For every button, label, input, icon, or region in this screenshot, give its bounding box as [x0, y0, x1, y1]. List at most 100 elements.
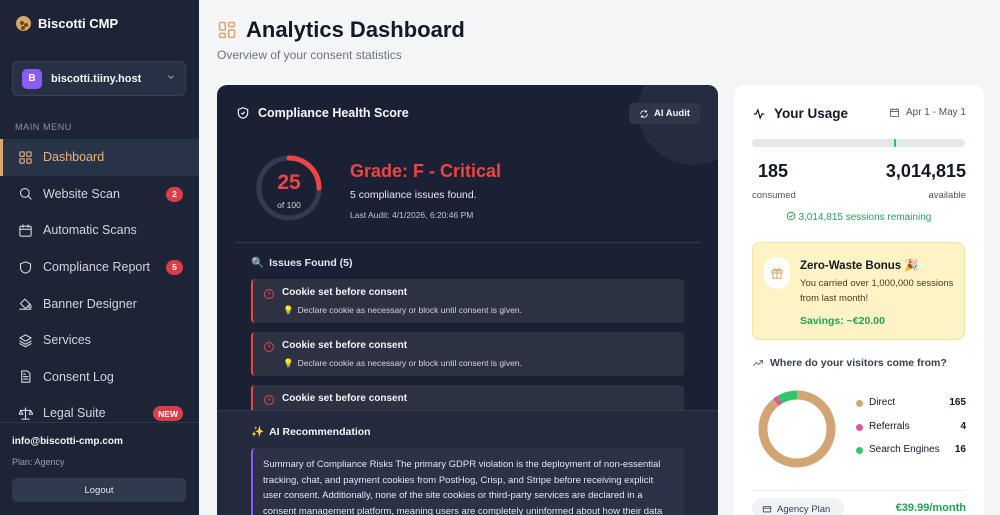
plan-price: €39.99/month [895, 502, 966, 514]
issue-hint: 💡 Declare cookie as necessary or block un… [283, 358, 522, 369]
sidebar-item-dashboard[interactable]: Dashboard [0, 139, 199, 176]
user-plan: Plan: Agency [12, 457, 65, 467]
compliance-health-card: Compliance Health Score AI Audit 25 of 1… [217, 85, 718, 515]
usage-progress-fill [894, 139, 896, 147]
sidebar-item-label: Website Scan [43, 186, 120, 201]
date-range-text: Apr 1 - May 1 [905, 107, 966, 118]
last-audit-timestamp: Last Audit: 4/1/2026, 6:20:46 PM [350, 210, 474, 220]
legend-item: Referrals 4 [856, 421, 966, 435]
sidebar-item-consent-log[interactable]: Consent Log [0, 359, 199, 396]
divider [236, 242, 700, 243]
sidebar-item-label: Legal Suite [43, 406, 106, 421]
cookie-logo-icon [16, 16, 31, 31]
scale-icon [17, 405, 33, 421]
legend-value: 165 [949, 397, 966, 408]
plan-badge[interactable]: Agency Plan [752, 498, 844, 515]
issue-title: Cookie set before consent [282, 393, 408, 404]
file-text-icon [17, 369, 33, 385]
consumed-value: 185 [758, 161, 789, 181]
sidebar-item-label: Services [43, 333, 91, 348]
count-badge: 2 [166, 186, 183, 202]
lightbulb-icon: 💡 [283, 358, 294, 368]
main-menu-label: MAIN MENU [15, 122, 72, 132]
issue-title: Cookie set before consent [282, 340, 408, 351]
issue-item[interactable]: Cookie set before consent 💡 Declare cooki… [251, 279, 684, 323]
site-selector[interactable]: B biscotti.tiiny.host [12, 61, 186, 96]
refresh-icon [640, 109, 648, 118]
grid-icon [17, 149, 33, 165]
main-nav: Dashboard Website Scan 2 Automatic Scans… [0, 139, 199, 432]
calendar-icon [17, 222, 33, 238]
issue-hint-text: Declare cookie as necessary or block unt… [297, 358, 523, 368]
sidebar-item-services[interactable]: Services [0, 322, 199, 359]
date-range[interactable]: Apr 1 - May 1 [889, 107, 966, 118]
sessions-remaining-text: 3,014,815 sessions remaining [798, 212, 932, 223]
bonus-title: Zero-Waste Bonus 🎉 [800, 260, 919, 272]
bonus-savings: Savings: ~€20.00 [800, 315, 885, 327]
available-value: 3,014,815 [885, 161, 966, 181]
visitor-sources-text: Where do your visitors come from? [770, 357, 947, 369]
sidebar-footer: info@biscotti-cmp.com Plan: Agency Logou… [0, 422, 199, 515]
legend-name: Search Engines [869, 444, 940, 455]
magnifier-icon: 🔍 [251, 257, 265, 269]
traffic-sources-donut [758, 390, 836, 468]
activity-icon [753, 107, 765, 120]
bonus-text: You carried over 1,000,000 sessions from… [800, 278, 954, 304]
divider [752, 490, 965, 491]
visitor-sources-title: Where do your visitors come from? [752, 357, 947, 369]
health-card-title: Compliance Health Score [236, 106, 409, 120]
site-avatar: B [22, 68, 42, 89]
issue-title: Cookie set before consent [282, 287, 408, 298]
legend-name: Referrals [869, 421, 910, 432]
available-label: available [928, 190, 967, 201]
usage-title-text: Your Usage [774, 106, 849, 121]
score-max: of 100 [277, 200, 301, 210]
usage-progress-bar [752, 139, 965, 147]
usage-title: Your Usage [752, 106, 848, 121]
score-value: 25 [277, 171, 301, 194]
page-subtitle: Overview of your consent statistics [217, 48, 402, 62]
logout-button[interactable]: Logout [12, 478, 186, 502]
legend-item: Search Engines 16 [856, 444, 966, 458]
lightbulb-icon: 💡 [283, 305, 294, 315]
consumed-label: consumed [752, 190, 796, 201]
site-name: biscotti.tiiny.host [51, 72, 142, 85]
shield-icon [17, 259, 33, 275]
paint-bucket-icon [17, 296, 33, 312]
sidebar-item-compliance-report[interactable]: Compliance Report 5 [0, 249, 199, 286]
sidebar-item-automatic-scans[interactable]: Automatic Scans [0, 212, 199, 249]
legend-item: Direct 165 [856, 397, 966, 411]
chevron-down-icon [166, 72, 176, 85]
search-icon [17, 186, 33, 202]
count-badge: 5 [166, 259, 183, 275]
page-title: Analytics Dashboard [246, 17, 465, 42]
donut-slice-direct [758, 390, 836, 468]
sidebar-item-website-scan[interactable]: Website Scan 2 [0, 176, 199, 213]
issue-item[interactable]: Cookie set before consent 💡 Declare cooki… [251, 332, 684, 376]
usage-card: Your Usage Apr 1 - May 1 185 3,014,815 c… [734, 85, 984, 515]
ai-title: AI Recommendation [269, 425, 371, 438]
sidebar-item-banner-designer[interactable]: Banner Designer [0, 285, 199, 322]
sidebar-item-label: Consent Log [43, 369, 114, 384]
sidebar-item-label: Banner Designer [43, 296, 137, 311]
ai-audit-label: AI Audit [653, 108, 691, 119]
layers-icon [17, 332, 33, 348]
sparkles-icon: ✨ [251, 426, 265, 438]
shield-check-icon [237, 107, 249, 119]
ai-audit-button[interactable]: AI Audit [629, 103, 700, 124]
trending-up-icon [753, 360, 763, 366]
user-email: info@biscotti-cmp.com [12, 436, 123, 447]
sessions-remaining: 3,014,815 sessions remaining [752, 211, 965, 223]
dashboard-grid-icon [217, 20, 237, 40]
legend-name: Direct [869, 397, 896, 408]
alert-circle-icon [263, 393, 275, 405]
gift-icon [764, 257, 790, 289]
brand[interactable]: Biscotti CMP [16, 16, 118, 31]
calendar-icon [889, 108, 900, 118]
brand-name: Biscotti CMP [38, 16, 119, 31]
ai-recommendation-panel: ✨ AI Recommendation Summary of Complianc… [217, 410, 718, 515]
grade-text: Grade: F - Critical [350, 161, 502, 181]
credit-card-icon [762, 506, 772, 513]
check-circle-icon [786, 211, 799, 223]
ai-recommendation-text: Summary of Compliance Risks The primary … [251, 448, 684, 515]
